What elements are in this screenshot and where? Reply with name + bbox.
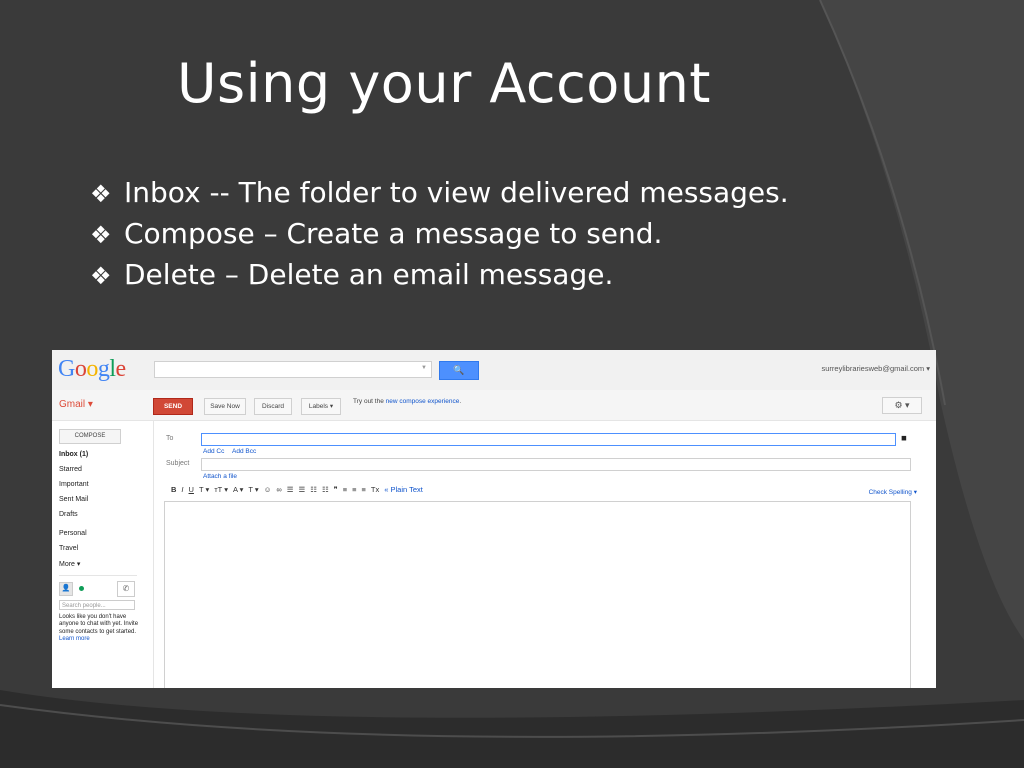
bullet-text: Compose – Create a message to send.	[124, 217, 663, 250]
phone-icon[interactable]: ✆	[117, 581, 135, 597]
compose-button[interactable]: COMPOSE	[59, 429, 121, 444]
highlight-icon[interactable]: T ▾	[248, 485, 258, 494]
underline-icon[interactable]: U	[189, 485, 194, 494]
add-cc-link[interactable]: Add Cc	[203, 448, 224, 455]
labels-button[interactable]: Labels ▾	[301, 398, 341, 415]
link-icon[interactable]: ∞	[276, 485, 281, 494]
bullet-list: ❖ Inbox -- The folder to view delivered m…	[90, 172, 789, 295]
remove-formatting-icon[interactable]: Tx	[371, 485, 379, 494]
font-size-icon[interactable]: тT ▾	[214, 485, 228, 494]
emoji-icon[interactable]: ☺	[264, 485, 272, 494]
bullet-text: Delete – Delete an email message.	[124, 258, 614, 291]
gmail-screenshot: Google ▼ 🔍 surreylibrariesweb@gmail.com …	[52, 350, 936, 688]
sidebar-item-starred[interactable]: Starred	[59, 466, 82, 473]
font-icon[interactable]: T ▾	[199, 485, 209, 494]
sidebar-item-important[interactable]: Important	[59, 481, 89, 488]
sidebar-item-drafts[interactable]: Drafts	[59, 511, 78, 518]
send-button[interactable]: SEND	[153, 398, 193, 415]
gmail-menu[interactable]: Gmail ▾	[59, 399, 93, 410]
account-email[interactable]: surreylibrariesweb@gmail.com ▾	[822, 364, 931, 373]
to-label: To	[166, 435, 174, 442]
chat-header: 👤 ✆	[59, 575, 137, 598]
attach-file-link[interactable]: Attach a file	[203, 473, 237, 480]
promo-suffix: .	[459, 398, 462, 405]
to-input[interactable]	[201, 433, 896, 446]
message-body-editor[interactable]	[164, 501, 911, 688]
sidebar-item-travel[interactable]: Travel	[59, 545, 78, 552]
bullet-item: ❖ Compose – Create a message to send.	[90, 213, 789, 254]
quote-icon[interactable]: ❞	[334, 485, 338, 494]
new-compose-link[interactable]: new compose experience	[386, 398, 460, 405]
text-color-icon[interactable]: A ▾	[233, 485, 243, 494]
chat-note-text: Looks like you don't have anyone to chat…	[59, 614, 139, 635]
sidebar-item-personal[interactable]: Personal	[59, 530, 87, 537]
google-logo[interactable]: Google	[58, 356, 126, 383]
sidebar-item-inbox[interactable]: Inbox (1)	[59, 451, 88, 458]
learn-more-link[interactable]: Learn more	[59, 636, 90, 642]
search-people-input[interactable]: Search people...	[59, 600, 135, 610]
diamond-bullet-icon: ❖	[90, 262, 112, 290]
align-center-icon[interactable]: ≡	[352, 485, 356, 494]
slide-title: Using your Account	[177, 52, 711, 115]
bold-icon[interactable]: B	[171, 485, 176, 494]
subject-input[interactable]	[201, 458, 911, 471]
add-bcc-link[interactable]: Add Bcc	[232, 448, 256, 455]
bullet-text: Inbox -- The folder to view delivered me…	[124, 176, 789, 209]
plain-text-link[interactable]: « Plain Text	[384, 485, 423, 494]
compose-promo: Try out the new compose experience.	[353, 398, 461, 405]
align-right-icon[interactable]: ≡	[362, 485, 366, 494]
chat-empty-note: Looks like you don't have anyone to chat…	[59, 614, 141, 643]
diamond-bullet-icon: ❖	[90, 221, 112, 249]
indent-more-icon[interactable]: ☷	[322, 485, 329, 494]
settings-gear-icon[interactable]: ⚙ ▾	[882, 397, 922, 414]
align-left-icon[interactable]: ≡	[343, 485, 347, 494]
bulleted-list-icon[interactable]: ☰	[298, 485, 305, 494]
indent-less-icon[interactable]: ☷	[310, 485, 317, 494]
avatar-icon[interactable]: 👤	[59, 582, 73, 596]
formatting-toolbar: BIU T ▾ тT ▾ A ▾ T ▾ ☺ ∞ ☰ ☰ ☷ ☷ ❞ ≡ ≡ ≡ Tx « Plain Text	[171, 485, 428, 494]
gmail-sidebar: COMPOSE Inbox (1) Starred Important Sent…	[52, 421, 152, 688]
gmail-topbar: Google ▼ 🔍 surreylibrariesweb@gmail.com …	[52, 350, 936, 390]
compose-form: To ◼ Add Cc Add Bcc Subject Attach a fil…	[153, 421, 936, 688]
contacts-icon[interactable]: ◼	[901, 434, 907, 442]
discard-button[interactable]: Discard	[254, 398, 292, 415]
bullet-item: ❖ Delete – Delete an email message.	[90, 254, 789, 295]
search-button[interactable]: 🔍	[439, 361, 479, 380]
italic-icon[interactable]: I	[181, 485, 183, 494]
sidebar-item-sent-mail[interactable]: Sent Mail	[59, 496, 88, 503]
compose-toolbar: Gmail ▾ SEND Save Now Discard Labels ▾ T…	[52, 390, 936, 421]
save-now-button[interactable]: Save Now	[204, 398, 246, 415]
bullet-item: ❖ Inbox -- The folder to view delivered m…	[90, 172, 789, 213]
dropdown-arrow-icon[interactable]: ▼	[421, 365, 427, 371]
check-spelling-link[interactable]: Check Spelling ▾	[869, 488, 917, 496]
sidebar-item-more[interactable]: More ▾	[59, 560, 80, 568]
numbered-list-icon[interactable]: ☰	[287, 485, 294, 494]
status-dot-icon[interactable]	[79, 586, 84, 591]
promo-text: Try out the	[353, 398, 386, 405]
subject-label: Subject	[166, 460, 190, 467]
diamond-bullet-icon: ❖	[90, 180, 112, 208]
search-input[interactable]: ▼	[154, 361, 432, 378]
